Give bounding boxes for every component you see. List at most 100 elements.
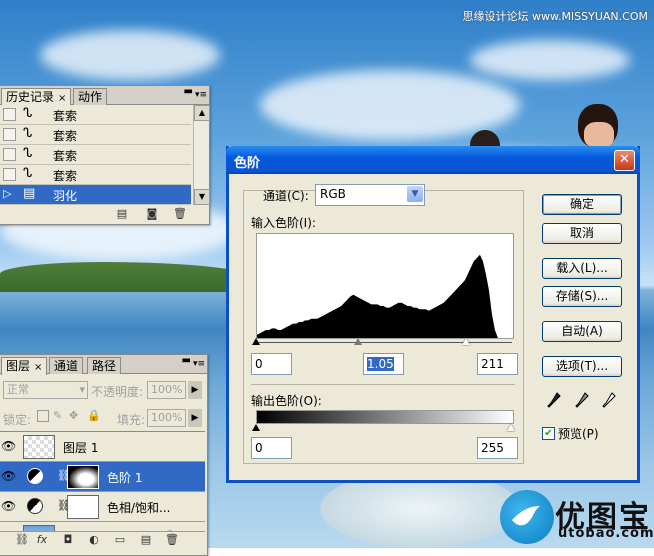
input-white-field[interactable]: 211 bbox=[477, 353, 518, 375]
input-levels-label: 输入色阶(I): bbox=[251, 216, 316, 230]
save-button[interactable]: 存储(S)... bbox=[542, 286, 622, 307]
close-icon[interactable]: ✕ bbox=[614, 150, 635, 171]
opacity-field[interactable]: 100% bbox=[147, 381, 186, 399]
lock-all-icon[interactable]: 🔒 bbox=[87, 409, 101, 422]
lock-label: 锁定: bbox=[3, 413, 32, 427]
folder-icon[interactable]: ▭ bbox=[113, 534, 127, 546]
blend-mode-select[interactable]: 正常 ▾ bbox=[3, 381, 88, 399]
history-state-checkbox[interactable] bbox=[3, 128, 16, 141]
visibility-eye-icon[interactable]: 👁 bbox=[1, 439, 16, 453]
layers-panel: 图层 × 通道 路径 ▬ ▾≡ 正常 ▾ 不透明度: 100% ▶ 锁定: ✎ ✥ … bbox=[0, 354, 208, 556]
brand-url: utobao.com bbox=[558, 526, 654, 541]
tab-channels[interactable]: 通道 bbox=[49, 357, 84, 374]
history-state-checkbox[interactable] bbox=[3, 148, 16, 161]
preview-checkbox[interactable]: ✔ bbox=[542, 427, 555, 440]
output-white-field[interactable]: 255 bbox=[477, 437, 518, 459]
output-black-field[interactable]: 0 bbox=[251, 437, 292, 459]
layer-row[interactable]: 👁 图层 1 bbox=[0, 432, 205, 462]
dialog-title: 色阶 bbox=[234, 156, 261, 171]
input-gamma-field[interactable]: 1.05 bbox=[363, 353, 404, 375]
channel-select[interactable]: RGB ▼ bbox=[315, 184, 425, 206]
lock-position-icon[interactable]: ✥ bbox=[69, 409, 78, 422]
trash-icon[interactable]: 🗑 bbox=[165, 534, 179, 546]
visibility-eye-icon[interactable]: 👁 bbox=[1, 469, 16, 483]
trash-icon[interactable]: 🗑 bbox=[173, 208, 187, 220]
white-eyedropper-icon[interactable] bbox=[602, 392, 616, 410]
output-white-slider[interactable] bbox=[507, 424, 515, 431]
lock-pixels-icon[interactable]: ✎ bbox=[53, 409, 62, 422]
separator bbox=[251, 384, 515, 385]
lasso-icon: ᔐ bbox=[23, 146, 33, 161]
layers-footer: ⛓ fx ◘ ◐ ▭ ▤ 🗑 bbox=[0, 531, 205, 550]
mask-icon[interactable]: ◘ bbox=[61, 534, 75, 546]
input-black-slider[interactable] bbox=[252, 338, 260, 345]
history-item[interactable]: ᔐ 套索 bbox=[0, 105, 191, 125]
ok-button[interactable]: 确定 bbox=[542, 194, 622, 215]
lock-transparent-icon[interactable] bbox=[37, 410, 49, 422]
input-black-field[interactable]: 0 bbox=[251, 353, 292, 375]
opacity-slider-arrow-icon[interactable]: ▶ bbox=[188, 381, 202, 399]
lasso-icon: ᔐ bbox=[23, 166, 33, 181]
fill-slider-arrow-icon[interactable]: ▶ bbox=[188, 409, 202, 427]
load-button[interactable]: 载入(L)... bbox=[542, 258, 622, 279]
preview-label: 预览(P) bbox=[558, 427, 599, 441]
input-slider-track bbox=[256, 342, 512, 343]
lasso-icon: ᔐ bbox=[23, 126, 33, 141]
scroll-up-icon[interactable]: ▲ bbox=[194, 105, 210, 121]
auto-button[interactable]: 自动(A) bbox=[542, 321, 622, 342]
fill-field[interactable]: 100% bbox=[147, 409, 186, 427]
tab-paths[interactable]: 路径 bbox=[87, 357, 122, 374]
layer-mask-thumbnail[interactable] bbox=[67, 495, 99, 519]
panel-menu-icon[interactable]: ▾≡ bbox=[195, 90, 207, 100]
layer-thumbnail bbox=[23, 435, 55, 459]
history-item[interactable]: ᔐ 套索 bbox=[0, 165, 191, 185]
input-white-slider[interactable] bbox=[462, 338, 470, 345]
panel-collapse-icon[interactable]: ▬ bbox=[184, 86, 193, 97]
layer-mask-thumbnail[interactable] bbox=[67, 465, 99, 489]
new-layer-icon[interactable]: ▤ bbox=[139, 534, 153, 546]
chevron-down-icon: ▼ bbox=[407, 186, 423, 202]
history-item-selected[interactable]: ▷ ▤ 羽化 bbox=[0, 185, 191, 205]
black-eyedropper-icon[interactable] bbox=[547, 392, 561, 410]
panel-collapse-icon[interactable]: ▬ bbox=[182, 355, 191, 366]
levels-dialog: 色阶 ✕ 通道(C): RGB ▼ 输入色阶(I): 0 1.05 211 输出… bbox=[226, 146, 640, 483]
history-item[interactable]: ᔐ 套索 bbox=[0, 145, 191, 165]
tab-history[interactable]: 历史记录 × bbox=[1, 88, 72, 106]
layers-tab-bar: 图层 × 通道 路径 ▬ ▾≡ bbox=[0, 355, 207, 375]
close-icon[interactable]: × bbox=[34, 362, 42, 373]
layer-row-selected[interactable]: 👁 ⛓ 色阶 1 bbox=[0, 462, 205, 492]
histogram-shape bbox=[257, 254, 513, 338]
history-state-checkbox[interactable] bbox=[3, 168, 16, 181]
output-gradient-bar bbox=[256, 410, 514, 424]
panel-menu-icon[interactable]: ▾≡ bbox=[193, 359, 205, 369]
link-icon[interactable]: ⛓ bbox=[15, 534, 29, 546]
close-icon[interactable]: × bbox=[58, 93, 66, 104]
layer-row[interactable]: 👁 ⛓ 色相/饱和... bbox=[0, 492, 205, 522]
histogram-graph bbox=[257, 254, 513, 338]
history-list: ᔐ 套索 ᔐ 套索 ᔐ 套索 ᔐ 套索 ▷ ▤ 羽化 bbox=[0, 105, 193, 205]
input-gamma-slider[interactable] bbox=[354, 338, 362, 345]
document-icon: ▤ bbox=[23, 186, 36, 201]
gray-eyedropper-icon[interactable] bbox=[575, 392, 589, 410]
history-state-checkbox[interactable] bbox=[3, 108, 16, 121]
fx-icon[interactable]: fx bbox=[35, 534, 49, 546]
output-black-slider[interactable] bbox=[252, 424, 260, 431]
dialog-titlebar[interactable]: 色阶 ✕ bbox=[226, 146, 640, 174]
lasso-icon: ᔐ bbox=[23, 106, 33, 121]
new-document-icon[interactable]: ▤ bbox=[115, 208, 129, 220]
visibility-eye-icon[interactable]: 👁 bbox=[1, 499, 16, 513]
histogram bbox=[256, 233, 514, 339]
chevron-down-icon: ▾ bbox=[79, 383, 85, 396]
new-snapshot-icon[interactable]: ◙ bbox=[145, 208, 159, 220]
tab-actions[interactable]: 动作 bbox=[73, 88, 108, 105]
history-panel: 历史记录 × 动作 ▬ ▾≡ ᔐ 套索 ᔐ 套索 ᔐ 套索 ᔐ 套索 ▷ ▤ 羽化 bbox=[0, 85, 210, 225]
options-button[interactable]: 选项(T)... bbox=[542, 356, 622, 377]
history-item[interactable]: ᔐ 套索 bbox=[0, 125, 191, 145]
brand-logo: 优图宝 utobao.com bbox=[500, 488, 654, 548]
cancel-button[interactable]: 取消 bbox=[542, 223, 622, 244]
scroll-down-icon[interactable]: ▼ bbox=[194, 189, 210, 205]
history-scrollbar[interactable]: ▲ ▼ bbox=[193, 105, 210, 205]
person-face bbox=[584, 122, 614, 148]
tab-layers[interactable]: 图层 × bbox=[1, 357, 48, 375]
adjustment-icon[interactable]: ◐ bbox=[87, 534, 101, 546]
